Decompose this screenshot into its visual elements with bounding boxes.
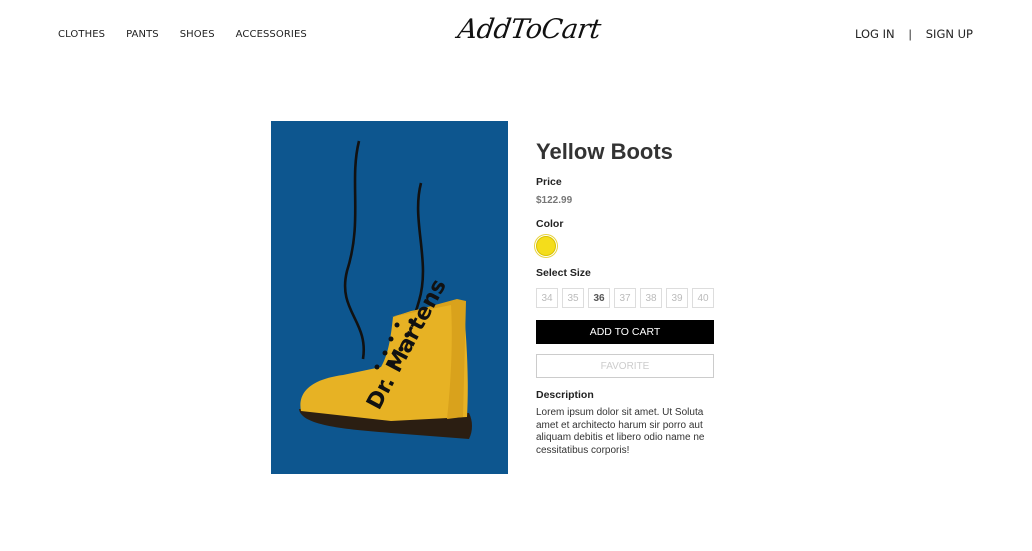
nav-accessories[interactable]: ACCESSORIES (236, 29, 307, 40)
size-selector: 34 35 36 37 38 39 40 (536, 288, 721, 308)
nav-separator: | (908, 27, 912, 41)
favorite-button[interactable]: FAVORITE (536, 354, 714, 378)
main-nav: CLOTHES PANTS SHOES ACCESSORIES (58, 29, 328, 40)
price-label: Price (536, 176, 562, 188)
description-label: Description (536, 389, 594, 401)
description-text: Lorem ipsum dolor sit amet. Ut Soluta am… (536, 407, 705, 456)
color-label: Color (536, 218, 564, 230)
account-nav: LOG IN | SIGN UP (855, 27, 973, 41)
nav-pants[interactable]: PANTS (126, 29, 159, 40)
nav-clothes[interactable]: CLOTHES (58, 29, 105, 40)
size-option[interactable]: 37 (614, 288, 636, 308)
add-to-cart-button[interactable]: ADD TO CART (536, 320, 714, 344)
size-option[interactable]: 38 (640, 288, 662, 308)
signup-link[interactable]: SIGN UP (926, 27, 973, 41)
login-link[interactable]: LOG IN (855, 27, 895, 41)
size-option[interactable]: 39 (666, 288, 688, 308)
color-swatch-yellow[interactable] (536, 236, 556, 256)
size-label: Select Size (536, 267, 591, 279)
price-value: $122.99 (536, 195, 573, 206)
size-option[interactable]: 34 (536, 288, 558, 308)
product-title: Yellow Boots (536, 139, 673, 164)
product-details: Yellow Boots Price $122.99 Color Select … (536, 139, 721, 457)
site-logo[interactable]: AddToCart (456, 14, 603, 45)
size-option[interactable]: 40 (692, 288, 714, 308)
nav-shoes[interactable]: SHOES (180, 29, 215, 40)
size-option[interactable]: 35 (562, 288, 584, 308)
product-image: Dr. Martens (271, 121, 508, 474)
size-option-selected[interactable]: 36 (588, 288, 610, 308)
